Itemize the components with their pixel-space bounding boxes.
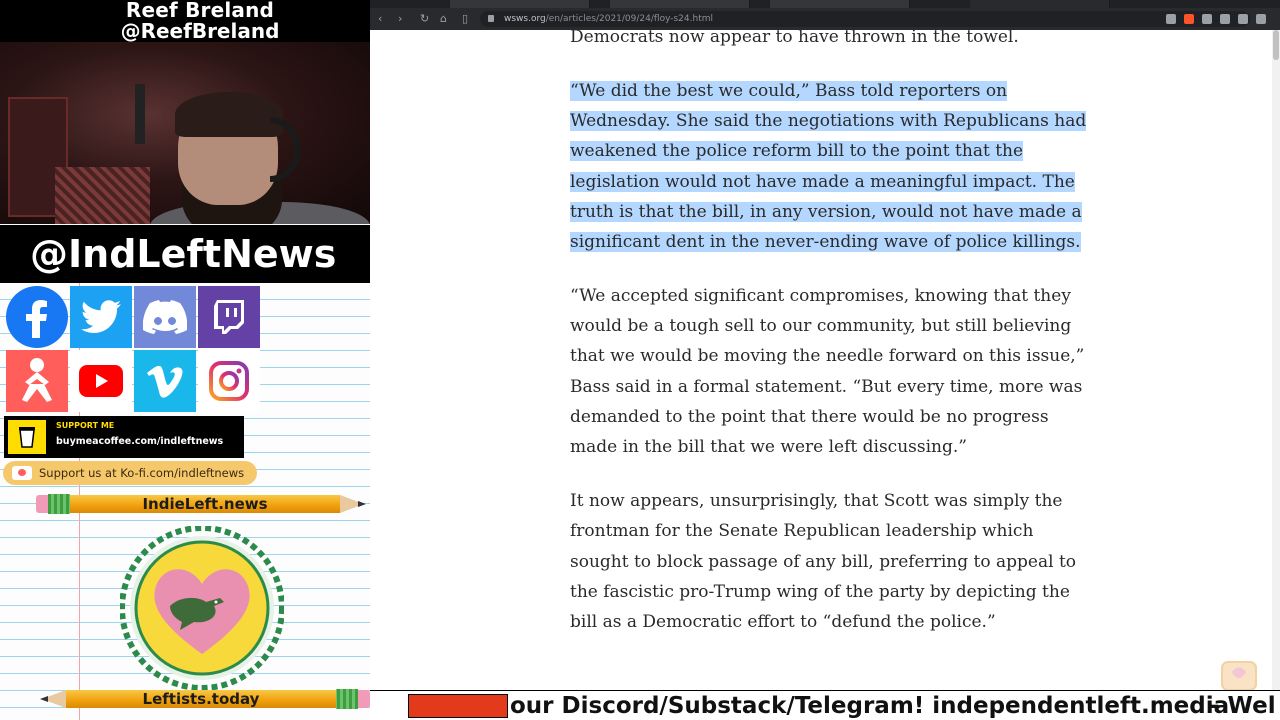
buymeacoffee-banner[interactable]: SUPPORT ME buymeacoffee.com/indleftnews: [4, 416, 244, 458]
streamer-name: Reef Breland: [125, 0, 275, 22]
browser-tab-strip: [370, 0, 1280, 8]
brand-handle: @IndLeftNews: [0, 225, 370, 283]
pencil-banner-top: IndieLeft.news: [36, 493, 370, 515]
reload-icon[interactable]: ↻: [420, 11, 429, 27]
webcam-feed: [0, 42, 370, 224]
article-paragraph-selected: “We did the best we could,” Bass told re…: [570, 76, 1090, 258]
buymeacoffee-url: buymeacoffee.com/indleftnews: [56, 436, 224, 447]
menu-icon[interactable]: [1256, 14, 1266, 24]
stream-frame: Reef Breland @ReefBreland @IndLeftNews S…: [0, 0, 1280, 720]
puzzle-icon[interactable]: [1238, 14, 1248, 24]
bookmark-icon[interactable]: ▯: [462, 11, 468, 27]
instagram-icon[interactable]: [198, 350, 260, 412]
article-paragraph: It now appears, unsurprisingly, that Sco…: [570, 491, 1077, 633]
browser-window: ‹ › ↻ ⌂ ▯ wsws.org/en/articles/2021/09/2…: [370, 0, 1280, 720]
youtube-icon[interactable]: [70, 350, 132, 412]
article-paragraph: “We accepted significant compromises, kn…: [570, 285, 1085, 458]
kofi-cup-icon: [12, 466, 32, 480]
webcam-background-shelf: [55, 167, 150, 224]
ticker-red-block: [408, 694, 508, 718]
indieleft-news-label: IndieLeft.news: [142, 495, 268, 513]
pencil-eraser: [36, 495, 48, 513]
lock-icon: [488, 15, 494, 22]
microphone-arm: [135, 84, 145, 144]
stream-overlay-panel: Reef Breland @ReefBreland @IndLeftNews S…: [0, 0, 370, 720]
pencil-lead: [40, 696, 48, 702]
article-paragraph: Democrats now appear to have thrown in t…: [570, 27, 1019, 47]
extension-icons: [1166, 11, 1266, 27]
discord-icon[interactable]: [134, 286, 196, 348]
streamer-handle: @ReefBreland: [120, 19, 280, 43]
scrollbar[interactable]: [1272, 30, 1280, 690]
pencil-ferrule: [336, 689, 358, 709]
vimeo-icon[interactable]: [134, 350, 196, 412]
extension-icon[interactable]: [1220, 14, 1230, 24]
kofi-support-button[interactable]: Support us at Ko-fi.com/indleftnews: [3, 461, 257, 485]
coffee-cup-icon: [8, 420, 46, 454]
scrollbar-thumb[interactable]: [1273, 30, 1279, 60]
pencil-banner-bottom: Leftists.today: [36, 688, 370, 710]
support-me-label: SUPPORT ME: [56, 421, 115, 430]
brave-shield-icon[interactable]: [1184, 14, 1194, 24]
corner-watermark-logo: [1220, 660, 1258, 692]
extension-icon[interactable]: [1202, 14, 1212, 24]
forward-icon[interactable]: ›: [398, 11, 402, 27]
zoom-icon[interactable]: [1166, 14, 1176, 24]
streamer-header: Reef Breland @ReefBreland: [0, 0, 370, 42]
ticker-text-next: - Wel: [1210, 693, 1276, 719]
home-icon[interactable]: ⌂: [440, 11, 447, 27]
kofi-support-text: Support us at Ko-fi.com/indleftnews: [39, 466, 245, 480]
twitter-icon[interactable]: [70, 286, 132, 348]
browser-tab[interactable]: [450, 0, 590, 8]
pencil-ferrule: [48, 494, 70, 514]
twitch-icon[interactable]: [198, 286, 260, 348]
back-icon[interactable]: ‹: [378, 11, 382, 27]
browser-tab-active[interactable]: [970, 0, 1110, 8]
pencil-lead: [358, 501, 366, 507]
ticker-text: our Discord/Substack/Telegram! independe…: [510, 693, 1230, 719]
pencil-eraser: [358, 690, 370, 708]
bird-heart-logo: [119, 525, 285, 691]
leftists-today-label: Leftists.today: [142, 690, 260, 708]
kofi-icon[interactable]: [6, 350, 68, 412]
webcam-person-hair: [175, 92, 283, 137]
article-body: Democrats now appear to have thrown in t…: [570, 22, 1090, 661]
headset-icon: [270, 117, 300, 182]
news-ticker: our Discord/Substack/Telegram! independe…: [370, 690, 1280, 720]
text-selection: “We did the best we could,” Bass told re…: [570, 80, 1087, 253]
browser-tab[interactable]: [770, 0, 910, 8]
facebook-icon[interactable]: [6, 286, 68, 348]
browser-tab[interactable]: [610, 0, 750, 8]
